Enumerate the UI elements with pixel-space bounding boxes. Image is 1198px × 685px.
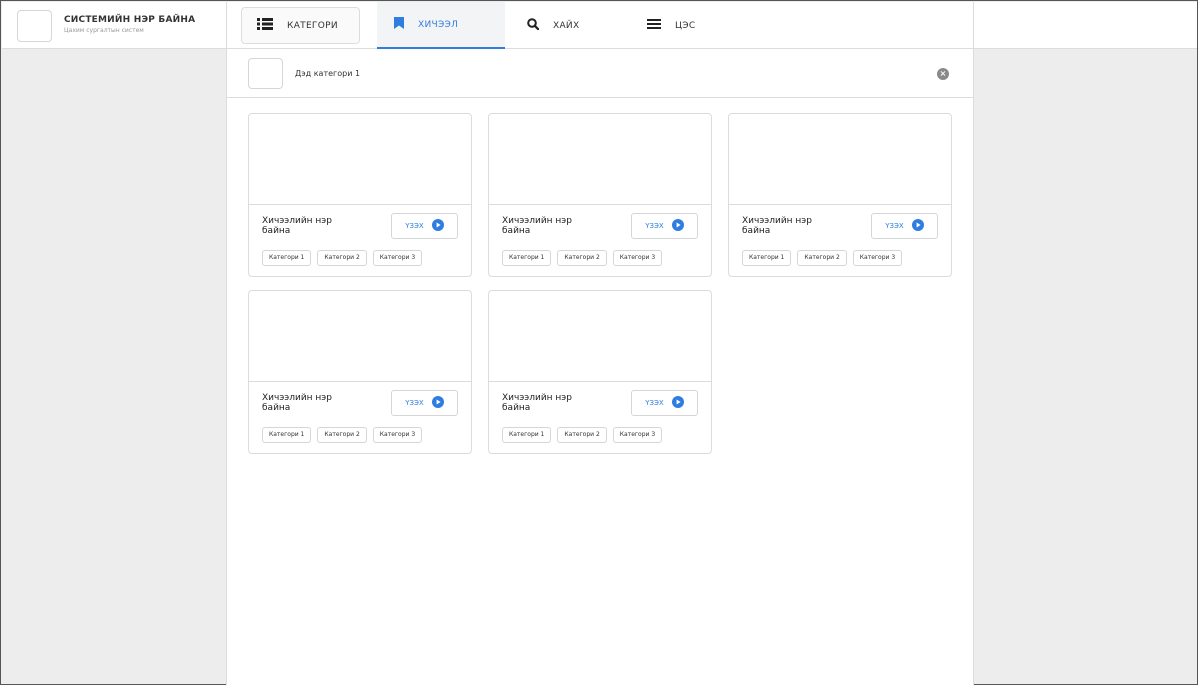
tag-list: Категори 1 Категори 2 Категори 3 bbox=[262, 427, 428, 443]
tab-lessons-label: ХИЧЭЭЛ bbox=[418, 19, 459, 30]
lesson-card[interactable]: Хичээлийн нэр байна ҮЗЭХ Категори 1 Кате… bbox=[248, 290, 472, 454]
list-icon bbox=[257, 18, 273, 33]
view-button[interactable]: ҮЗЭХ bbox=[631, 390, 698, 416]
category-tag[interactable]: Категори 2 bbox=[797, 250, 847, 266]
view-button-label: ҮЗЭХ bbox=[885, 222, 904, 230]
category-tag[interactable]: Категори 3 bbox=[612, 250, 663, 266]
play-icon bbox=[431, 396, 444, 410]
tab-categories[interactable]: КАТЕГОРИ bbox=[241, 7, 360, 44]
view-button[interactable]: ҮЗЭХ bbox=[391, 390, 458, 416]
close-icon[interactable]: × bbox=[937, 68, 949, 80]
brand: СИСТЕМИЙН НЭР БАЙНА Цахим сургалтын сист… bbox=[2, 2, 227, 49]
app-subtitle: Цахим сургалтын систем bbox=[64, 27, 144, 34]
view-button-label: ҮЗЭХ bbox=[645, 222, 664, 230]
lesson-card[interactable]: Хичээлийн нэр байна ҮЗЭХ Категори 1 Кате… bbox=[248, 113, 472, 277]
view-button[interactable]: ҮЗЭХ bbox=[391, 213, 458, 239]
category-tag[interactable]: Категори 3 bbox=[852, 250, 903, 266]
tab-categories-label: КАТЕГОРИ bbox=[287, 20, 338, 31]
view-button-label: ҮЗЭХ bbox=[645, 399, 664, 407]
lesson-title: Хичээлийн нэр байна bbox=[262, 393, 332, 413]
subcategory-bar: Дэд категори 1 × bbox=[227, 49, 973, 98]
menu-icon bbox=[647, 19, 661, 32]
lesson-title: Хичээлийн нэр байна bbox=[742, 216, 812, 236]
lesson-card[interactable]: Хичээлийн нэр байна ҮЗЭХ Категори 1 Кате… bbox=[728, 113, 952, 277]
tab-search[interactable]: ХАЙХ bbox=[527, 2, 579, 49]
header-divider bbox=[973, 2, 974, 49]
play-icon bbox=[671, 396, 684, 410]
category-tag[interactable]: Категори 1 bbox=[502, 427, 552, 443]
tab-search-label: ХАЙХ bbox=[553, 20, 580, 31]
view-button[interactable]: ҮЗЭХ bbox=[631, 213, 698, 239]
category-tag[interactable]: Категори 1 bbox=[742, 250, 792, 266]
tag-list: Категори 1 Категори 2 Категори 3 bbox=[502, 250, 668, 266]
category-tag[interactable]: Категори 3 bbox=[612, 427, 663, 443]
app-frame: СИСТЕМИЙН НЭР БАЙНА Цахим сургалтын сист… bbox=[0, 0, 1198, 685]
main-panel: Дэд категори 1 × Хичээлийн нэр байна ҮЗЭ… bbox=[226, 49, 974, 685]
search-icon bbox=[527, 18, 540, 33]
lesson-title: Хичээлийн нэр байна bbox=[502, 393, 572, 413]
category-tag[interactable]: Категори 2 bbox=[317, 250, 367, 266]
category-tag[interactable]: Категори 1 bbox=[502, 250, 552, 266]
subcategory-label: Дэд категори 1 bbox=[295, 69, 361, 78]
bookmark-icon bbox=[394, 17, 404, 32]
play-icon bbox=[671, 219, 684, 233]
category-tag[interactable]: Категори 3 bbox=[372, 250, 423, 266]
play-icon bbox=[431, 219, 444, 233]
play-icon bbox=[911, 219, 924, 233]
category-tag[interactable]: Категори 2 bbox=[557, 427, 607, 443]
category-tag[interactable]: Категори 3 bbox=[372, 427, 423, 443]
lesson-card[interactable]: Хичээлийн нэр байна ҮЗЭХ Категори 1 Кате… bbox=[488, 113, 712, 277]
category-tag[interactable]: Категори 2 bbox=[557, 250, 607, 266]
lesson-thumbnail bbox=[729, 114, 951, 205]
lesson-thumbnail bbox=[489, 291, 711, 382]
tag-list: Категори 1 Категори 2 Категори 3 bbox=[502, 427, 668, 443]
top-header: СИСТЕМИЙН НЭР БАЙНА Цахим сургалтын сист… bbox=[2, 2, 1197, 49]
app-title: СИСТЕМИЙН НЭР БАЙНА bbox=[64, 15, 196, 25]
tab-menu[interactable]: ЦЭС bbox=[647, 2, 695, 49]
tag-list: Категори 1 Категори 2 Категори 3 bbox=[742, 250, 908, 266]
lesson-title: Хичээлийн нэр байна bbox=[502, 216, 572, 236]
lesson-thumbnail bbox=[489, 114, 711, 205]
category-tag[interactable]: Категори 1 bbox=[262, 427, 312, 443]
category-tag[interactable]: Категори 2 bbox=[317, 427, 367, 443]
view-button-label: ҮЗЭХ bbox=[405, 222, 424, 230]
category-tag[interactable]: Категори 1 bbox=[262, 250, 312, 266]
view-button-label: ҮЗЭХ bbox=[405, 399, 424, 407]
tag-list: Категори 1 Категори 2 Категори 3 bbox=[262, 250, 428, 266]
view-button[interactable]: ҮЗЭХ bbox=[871, 213, 938, 239]
lesson-thumbnail bbox=[249, 114, 471, 205]
tab-lessons[interactable]: ХИЧЭЭЛ bbox=[377, 2, 505, 49]
logo[interactable] bbox=[17, 10, 52, 42]
lesson-thumbnail bbox=[249, 291, 471, 382]
lesson-card[interactable]: Хичээлийн нэр байна ҮЗЭХ Категори 1 Кате… bbox=[488, 290, 712, 454]
lesson-title: Хичээлийн нэр байна bbox=[262, 216, 332, 236]
subcategory-thumbnail bbox=[248, 58, 283, 89]
tab-menu-label: ЦЭС bbox=[675, 20, 696, 31]
